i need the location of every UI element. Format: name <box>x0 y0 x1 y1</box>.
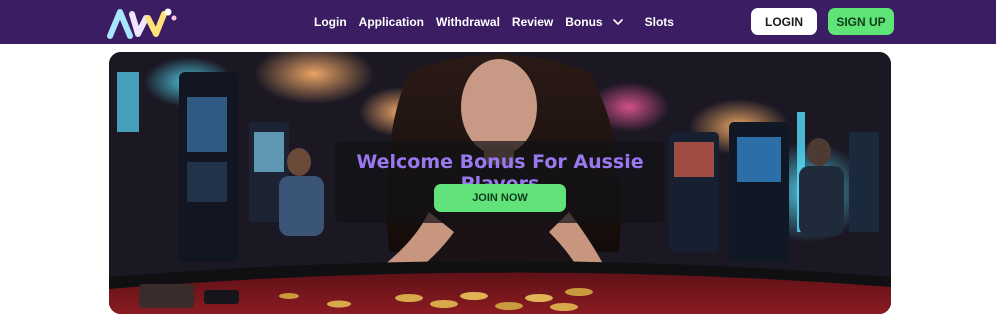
nav-item-withdrawal[interactable]: Withdrawal <box>436 15 500 29</box>
nav-item-bonus[interactable]: Bonus <box>565 15 623 29</box>
nav-item-application[interactable]: Application <box>359 15 424 29</box>
main-nav: Login Application Withdrawal Review Bonu… <box>314 0 674 44</box>
nav-item-review[interactable]: Review <box>512 15 553 29</box>
login-button[interactable]: LOGIN <box>751 8 817 35</box>
site-header: Login Application Withdrawal Review Bonu… <box>0 0 996 44</box>
chevron-down-icon[interactable] <box>612 17 623 27</box>
hero-overlay: Welcome Bonus For Aussie Players JOIN NO… <box>335 141 665 223</box>
join-now-button[interactable]: JOIN NOW <box>434 184 566 212</box>
brand-logo-icon[interactable] <box>106 4 178 40</box>
hero-banner: Welcome Bonus For Aussie Players JOIN NO… <box>109 52 891 314</box>
signup-button[interactable]: SIGN UP <box>828 8 894 35</box>
nav-item-bonus-label: Bonus <box>565 15 603 29</box>
nav-item-slots[interactable]: Slots <box>645 15 674 29</box>
nav-item-login[interactable]: Login <box>314 15 347 29</box>
